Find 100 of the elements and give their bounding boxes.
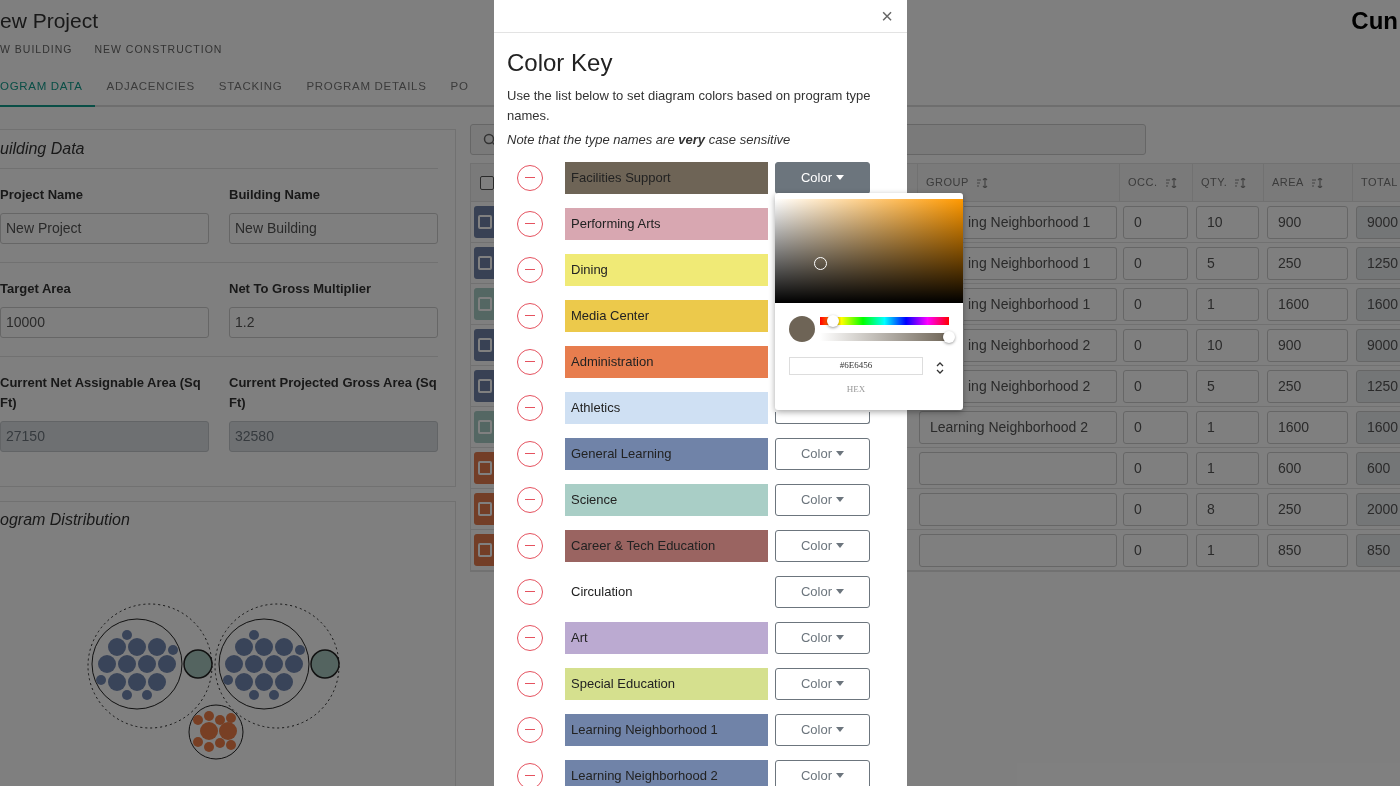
input-field[interactable]: 27150 — [0, 421, 209, 452]
row-checkbox[interactable] — [474, 247, 494, 279]
number-field[interactable]: 0 — [1123, 533, 1188, 567]
number-field[interactable]: 0 — [1123, 410, 1188, 444]
column-header[interactable]: OCC. — [1128, 174, 1158, 191]
input-field[interactable]: New Building — [229, 213, 438, 244]
color-preview — [789, 316, 815, 342]
number-field[interactable]: 10 — [1196, 205, 1259, 239]
number-field[interactable]: 8 — [1196, 492, 1259, 526]
sort-icon[interactable] — [976, 177, 989, 188]
color-dropdown-button[interactable]: Color — [775, 483, 870, 516]
input-field[interactable]: 32580 — [229, 421, 438, 452]
program-type-swatch: Media Center — [565, 299, 768, 332]
close-button[interactable]: × — [881, 6, 893, 26]
color-dropdown-button[interactable]: Color — [775, 713, 870, 746]
number-field[interactable]: 5 — [1196, 369, 1259, 403]
row-checkbox[interactable] — [474, 206, 494, 238]
caret-icon — [836, 773, 845, 778]
card-title: ogram Distribution — [0, 511, 130, 528]
input-field[interactable]: New Project — [0, 213, 209, 244]
row-checkbox[interactable] — [474, 370, 494, 402]
caret-icon — [836, 589, 845, 594]
tab[interactable]: OGRAM DATA — [0, 67, 95, 107]
row-checkbox[interactable] — [474, 452, 494, 484]
group-field[interactable]: ing Neighborhood 1 — [964, 287, 1117, 321]
field-label: Current Projected Gross Area (Sq Ft) — [229, 374, 438, 412]
column-header[interactable]: TOTAL — [1361, 174, 1398, 191]
number-field[interactable]: 250 — [1267, 492, 1348, 526]
caret-icon — [836, 543, 845, 548]
program-type-swatch: Science — [565, 483, 768, 516]
number-field[interactable]: 0 — [1123, 369, 1188, 403]
number-field[interactable]: 900 — [1267, 328, 1348, 362]
sort-icon[interactable] — [1235, 177, 1248, 188]
number-field[interactable]: 0 — [1123, 451, 1188, 485]
color-dropdown-button[interactable]: Color — [775, 667, 870, 700]
input-field[interactable]: 10000 — [0, 307, 209, 338]
input-field[interactable]: 1.2 — [229, 307, 438, 338]
caret-icon — [836, 175, 845, 180]
number-field[interactable]: 250 — [1267, 369, 1348, 403]
group-field[interactable] — [919, 451, 1117, 485]
column-header[interactable]: QTY. — [1201, 174, 1228, 191]
hex-field[interactable]: #6E6456 — [789, 357, 923, 375]
column-header[interactable]: GROUP — [926, 174, 969, 191]
number-field[interactable]: 0 — [1123, 492, 1188, 526]
color-dropdown-button[interactable]: Color — [775, 575, 870, 608]
project-title: ew Project — [0, 8, 100, 34]
tab[interactable]: STACKING — [206, 67, 295, 107]
number-field[interactable]: 1600 — [1267, 410, 1348, 444]
saturation-area[interactable] — [775, 199, 963, 303]
number-field[interactable]: 1 — [1196, 287, 1259, 321]
sort-icon[interactable] — [1165, 177, 1178, 188]
number-field[interactable]: 600 — [1267, 451, 1348, 485]
number-field[interactable]: 250 — [1267, 246, 1348, 280]
number-field[interactable]: 1 — [1196, 410, 1259, 444]
header-checkbox[interactable] — [480, 175, 494, 190]
row-checkbox[interactable] — [474, 411, 494, 443]
color-dropdown-button[interactable]: Color — [775, 759, 870, 786]
project-subtitle: NEW CONSTRUCTION — [94, 42, 223, 57]
row-checkbox[interactable] — [474, 288, 494, 320]
group-field[interactable]: ing Neighborhood 2 — [964, 328, 1117, 362]
number-field[interactable]: 0 — [1123, 205, 1188, 239]
up-down-icon[interactable] — [935, 360, 945, 376]
sort-icon[interactable] — [1311, 177, 1324, 188]
group-field[interactable] — [919, 533, 1117, 567]
card-title: uilding Data — [0, 140, 85, 157]
group-field[interactable] — [919, 492, 1117, 526]
program-type-swatch: Learning Neighborhood 2 — [565, 759, 768, 786]
number-field[interactable]: 0 — [1123, 287, 1188, 321]
column-header[interactable]: AREA — [1272, 174, 1304, 191]
hue-slider-thumb[interactable] — [826, 315, 839, 327]
number-field[interactable]: 1 — [1196, 451, 1259, 485]
color-dropdown-button[interactable]: Color — [775, 621, 870, 654]
number-field[interactable]: 1600 — [1267, 287, 1348, 321]
alpha-slider-thumb[interactable] — [943, 331, 955, 343]
field-label: Net To Gross Multiplier — [229, 280, 373, 298]
number-field[interactable]: 0 — [1123, 246, 1188, 280]
field-label: Target Area — [0, 280, 72, 298]
tab[interactable]: PROGRAM DETAILS — [294, 67, 439, 107]
group-field[interactable]: ing Neighborhood 1 — [964, 205, 1117, 239]
group-field[interactable]: Learning Neighborhood 2 — [919, 410, 1117, 444]
row-checkbox[interactable] — [474, 493, 494, 525]
row-checkbox[interactable] — [474, 534, 494, 566]
number-field[interactable]: 10 — [1196, 328, 1259, 362]
number-field[interactable]: 1 — [1196, 533, 1259, 567]
number-field[interactable]: 0 — [1123, 328, 1188, 362]
tab[interactable]: ADJACENCIES — [94, 67, 207, 107]
number-field[interactable]: 850 — [1267, 533, 1348, 567]
tab[interactable]: PO — [438, 67, 481, 107]
row-checkbox[interactable] — [474, 329, 494, 361]
caret-icon — [836, 727, 845, 732]
group-field[interactable]: ing Neighborhood 2 — [964, 369, 1117, 403]
color-dropdown-button[interactable] — [775, 411, 870, 424]
program-type-swatch: Art — [565, 621, 768, 654]
color-dropdown-button[interactable]: Color — [775, 161, 870, 194]
color-dropdown-button[interactable]: Color — [775, 437, 870, 470]
color-dropdown-button[interactable]: Color — [775, 529, 870, 562]
number-field[interactable]: 5 — [1196, 246, 1259, 280]
number-field[interactable]: 900 — [1267, 205, 1348, 239]
program-type-swatch: Dining — [565, 253, 768, 286]
group-field[interactable]: ing Neighborhood 1 — [964, 246, 1117, 280]
